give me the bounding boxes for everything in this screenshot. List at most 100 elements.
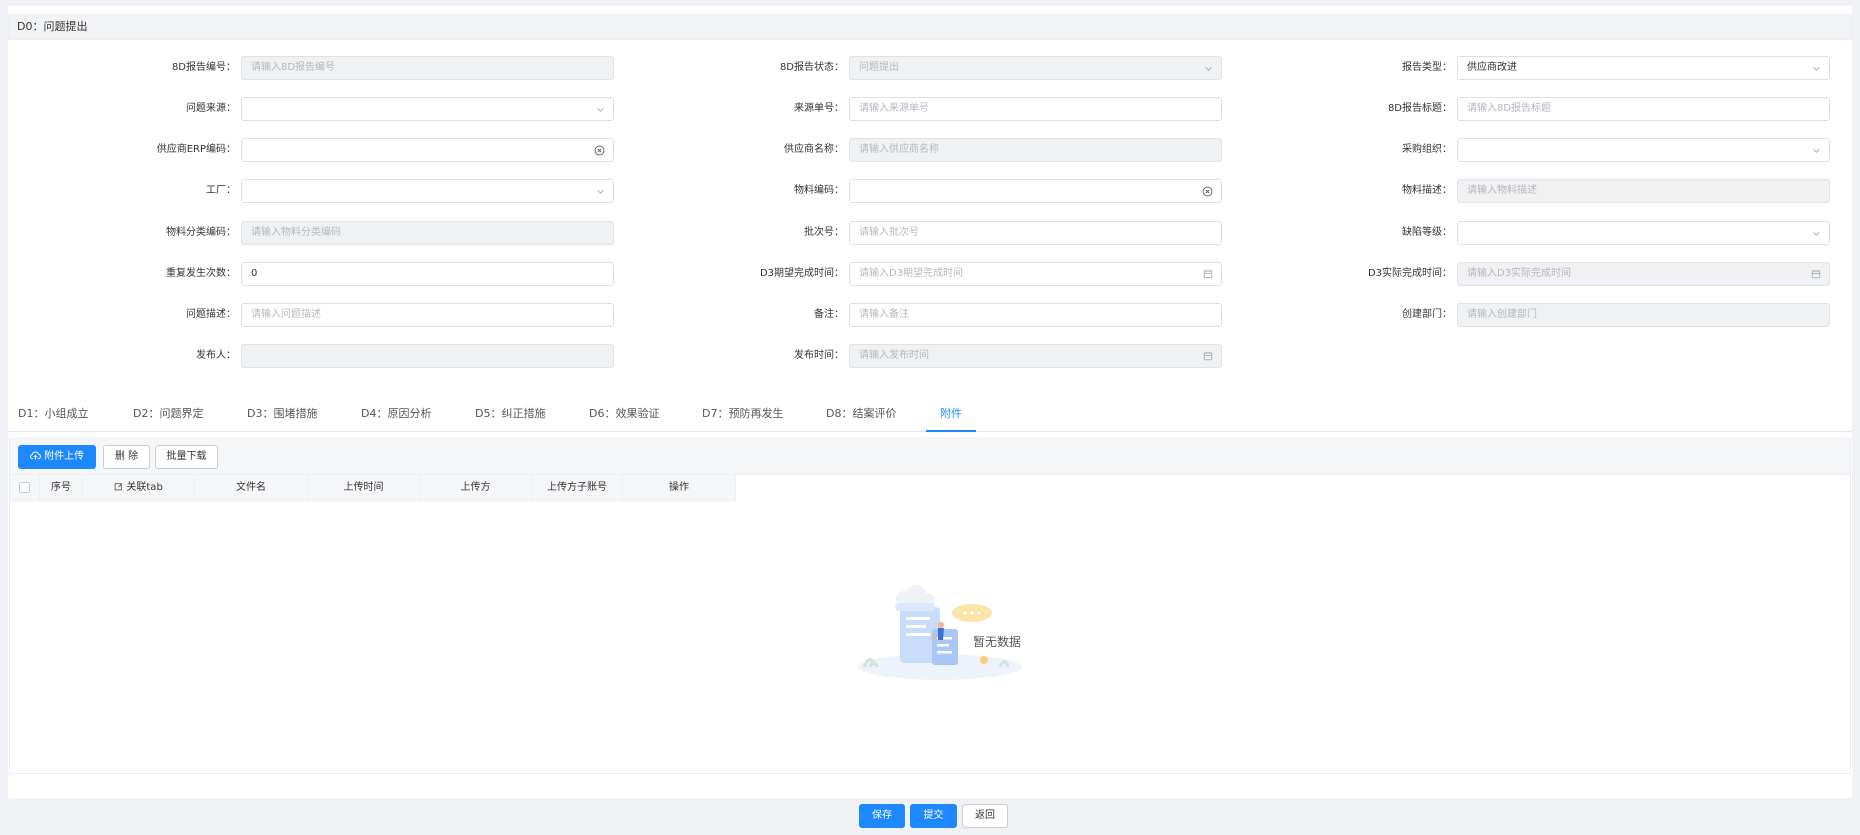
form-select[interactable] [1457,221,1830,245]
form-placeholder: 请输入备注 [859,309,909,320]
form-select[interactable] [1457,138,1830,162]
clear-circle-icon[interactable] [1202,180,1213,202]
form-input[interactable]: 0 [241,262,614,286]
form-label: 物料分类编码： [166,227,236,238]
tab-d3[interactable]: D3：围堵措施 [247,402,317,432]
form-select[interactable]: 供应商改进 [1457,56,1830,80]
form-label: 问题来源： [186,103,236,114]
form-label: 发布时间： [794,350,844,361]
footer-bar: 保存 提交 返回 [0,800,1860,835]
chevron-down-icon [1812,57,1821,79]
edit-icon [114,483,123,491]
calendar-icon [1203,263,1213,285]
form-placeholder: 请输入物料描述 [1467,185,1537,196]
form-label: D3期望完成时间： [759,268,844,279]
form-input [241,344,614,368]
form-placeholder: 请输入批次号 [859,227,919,238]
form-label: 缺陷等级： [1402,227,1452,238]
calendar-icon [1203,345,1213,367]
form-placeholder: 请输入供应商名称 [859,144,939,155]
chevron-down-icon [596,98,605,120]
upload-attachment-button[interactable]: 附件上传 [18,445,96,469]
tab-d6[interactable]: D6：效果验证 [589,402,659,432]
chevron-down-icon [596,180,605,202]
column-header-related-tab-label: 关联tab [126,482,163,493]
form-label: 8D报告标题： [1387,103,1452,114]
submit-button[interactable]: 提交 [910,804,957,828]
section-title: D0：问题提出 [17,20,88,33]
attachment-toolbar: 附件上传 删 除 批量下载 [9,438,1851,474]
column-header-upload-time: 上传时间 [308,475,420,501]
tab-d4[interactable]: D4：原因分析 [361,402,431,432]
form-placeholder: 请输入发布时间 [859,350,929,361]
form-select: 问题提出 [849,56,1222,80]
form-placeholder: 请输入问题描述 [251,309,321,320]
form-label: 工厂： [206,185,236,196]
select-all-cell [10,475,40,501]
form-placeholder: 请输入8D报告编号 [251,62,336,73]
form-input[interactable]: 请输入批次号 [849,221,1222,245]
form-value: 供应商改进 [1467,62,1517,73]
form-label: D3实际完成时间： [1367,268,1452,279]
column-header-actions: 操作 [623,475,736,501]
form-label: 供应商名称： [784,144,844,155]
form-placeholder: 请输入8D报告标题 [1467,103,1552,114]
table-header: 序号 关联tab 文件名 上传时间 上传方 上传方子账号 操作 [10,475,736,501]
form-label: 来源单号： [794,103,844,114]
form-input: 请输入物料分类编码 [241,221,614,245]
form-placeholder: 请输入创建部门 [1467,309,1537,320]
chevron-down-icon [1812,139,1821,161]
tab-bar: D1：小组成立 D2：问题界定 D3：围堵措施 D4：原因分析 D5：纠正措施 … [8,402,1852,432]
save-button[interactable]: 保存 [859,804,905,828]
form-date-picker: 请输入D3实际完成时间 [1457,262,1830,286]
back-button[interactable]: 返回 [962,804,1008,828]
form-label: 问题描述： [186,309,236,320]
column-header-filename: 文件名 [195,475,308,501]
form-label: 发布人： [196,350,236,361]
chevron-down-icon [1812,222,1821,244]
form-label: 物料编码： [794,185,844,196]
tab-d1[interactable]: D1：小组成立 [18,402,88,432]
batch-download-button[interactable]: 批量下载 [155,445,218,469]
tab-d7[interactable]: D7：预防再发生 [702,402,783,432]
clear-circle-icon[interactable] [594,139,605,161]
form-input: 请输入创建部门 [1457,303,1830,327]
attachment-table: 序号 关联tab 文件名 上传时间 上传方 上传方子账号 操作 暂无数据 [9,474,1851,774]
form-label: 创建部门： [1402,309,1452,320]
column-header-index: 序号 [40,475,83,501]
form-label: 供应商ERP编码： [156,144,236,155]
form-select[interactable] [241,179,614,203]
form-date-picker[interactable]: 请输入D3期望完成时间 [849,262,1222,286]
section-header: D0：问题提出 [8,14,1852,40]
tab-d5[interactable]: D5：纠正措施 [475,402,545,432]
form-placeholder: 请输入物料分类编码 [251,227,341,238]
chevron-down-icon [1204,57,1213,79]
select-all-checkbox[interactable] [19,481,30,493]
form-input[interactable]: 请输入8D报告标题 [1457,97,1830,121]
form-input[interactable] [849,179,1222,203]
form-label: 采购组织： [1402,144,1452,155]
tab-d8[interactable]: D8：结案评价 [826,402,896,432]
tab-d2[interactable]: D2：问题界定 [133,402,203,432]
form-input[interactable]: 请输入问题描述 [241,303,614,327]
delete-button[interactable]: 删 除 [103,445,150,469]
form-value: 0 [251,268,258,279]
column-header-related-tab[interactable]: 关联tab [83,475,195,501]
form-placeholder: 请输入D3实际完成时间 [1467,268,1572,279]
tab-attachments[interactable]: 附件 [926,402,976,432]
cloud-upload-icon [29,451,41,460]
form-input: 请输入供应商名称 [849,138,1222,162]
form-input[interactable] [241,138,614,162]
empty-data-text: 暂无数据 [973,635,1022,649]
page-container: D0：问题提出 8D报告编号： 请输入8D报告编号 8D报告状态： 问题提出 报告类型：… [8,6,1852,798]
form-input[interactable]: 请输入来源单号 [849,97,1222,121]
form-label: 备注： [814,309,844,320]
column-header-uploader-subaccount: 上传方子账号 [532,475,623,501]
form-label: 报告类型： [1402,62,1452,73]
column-header-uploader: 上传方 [420,475,532,501]
form-placeholder: 问题提出 [859,62,899,73]
form-date-picker: 请输入发布时间 [849,344,1222,368]
form-select[interactable] [241,97,614,121]
form-label: 物料描述： [1402,185,1452,196]
form-input[interactable]: 请输入备注 [849,303,1222,327]
